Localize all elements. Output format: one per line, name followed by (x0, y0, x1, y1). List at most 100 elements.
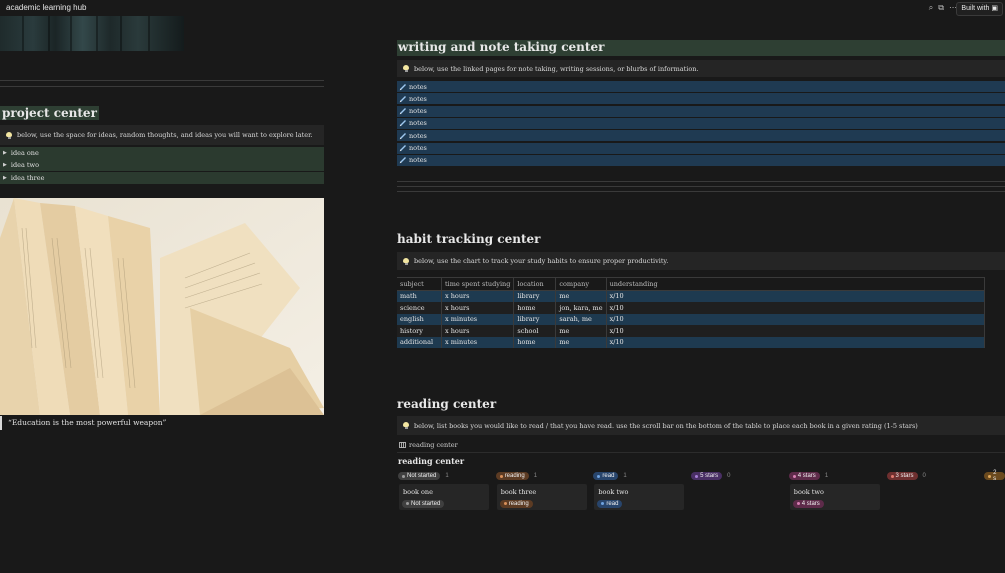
table-cell[interactable]: x hours (441, 290, 515, 302)
triangle-right-icon[interactable]: ▶ (3, 162, 7, 168)
table-cell[interactable]: x hours (441, 302, 515, 314)
table-cell[interactable]: me (555, 290, 607, 302)
book-card[interactable]: book two 4 stars (789, 484, 880, 510)
book-status-tag: read (597, 499, 623, 508)
triangle-right-icon[interactable]: ▶ (3, 175, 7, 181)
board-column-header[interactable]: 3 stars 0 (886, 472, 926, 480)
top-bar (0, 0, 1005, 16)
pencil-icon (399, 108, 406, 115)
table-cell[interactable]: x/10 (606, 302, 986, 314)
book-title: book two (793, 488, 824, 496)
table-cell[interactable]: x/10 (606, 290, 986, 302)
duplicate-icon[interactable]: ⧉ (938, 3, 944, 13)
divider (0, 80, 324, 81)
board-view-tab[interactable]: reading center (399, 441, 458, 449)
column-header[interactable]: understanding (606, 277, 986, 291)
book-card[interactable]: book two read (594, 484, 685, 510)
notes-link[interactable]: notes (397, 142, 1005, 154)
column-header[interactable]: subject (397, 277, 442, 291)
top-icons: ⌕ ⧉ ⋯ (929, 3, 957, 13)
status-pill: read (597, 499, 623, 508)
toggle-idea-one[interactable]: ▶ idea one (0, 147, 324, 159)
table-cell[interactable]: science (397, 302, 442, 314)
status-pill: Not started (402, 499, 445, 508)
board-column-header[interactable]: 4 stars 1 (788, 472, 828, 480)
status-dot (695, 474, 699, 478)
table-cell[interactable]: x minutes (441, 313, 515, 325)
board-column-header[interactable]: read 1 (593, 472, 627, 480)
status-label: 5 stars (700, 473, 719, 479)
table-row[interactable]: history x hours school me x/10 (397, 325, 986, 337)
table-cell[interactable]: additional (397, 336, 442, 348)
status-dot (792, 474, 796, 478)
table-cell[interactable]: history (397, 325, 442, 337)
habit-table: subject time spent studying location com… (397, 277, 986, 348)
book-title: book one (403, 488, 433, 496)
book-status-tag: reading (499, 499, 533, 508)
table-cell[interactable]: school (513, 325, 557, 337)
status-pill: 3 stars (886, 472, 918, 480)
status-pill: reading (499, 499, 533, 508)
table-row[interactable]: english x minutes library sarah, me x/10 (397, 313, 986, 325)
toggle-idea-two[interactable]: ▶ idea two (0, 159, 324, 171)
table-cell[interactable]: x/10 (606, 325, 986, 337)
divider (397, 191, 1005, 192)
table-cell[interactable]: math (397, 290, 442, 302)
pencil-icon (399, 157, 406, 164)
column-header[interactable]: company (555, 277, 607, 291)
notes-link[interactable]: notes (397, 93, 1005, 105)
notes-link[interactable]: notes (397, 117, 1005, 129)
notes-link[interactable]: notes (397, 81, 1005, 92)
table-row[interactable]: math x hours library me x/10 (397, 290, 986, 302)
column-count: 0 (727, 473, 731, 479)
table-row[interactable]: additional x minutes home me x/10 (397, 336, 986, 348)
board-column-header[interactable]: 5 stars 0 (691, 472, 730, 480)
notes-label: notes (409, 144, 427, 152)
table-cell[interactable]: home (513, 336, 557, 348)
table-cell[interactable]: x minutes (441, 336, 515, 348)
column-header[interactable]: time spent studying (441, 277, 515, 291)
book-card[interactable]: book three reading (496, 484, 587, 510)
status-pill: reading (495, 472, 529, 480)
book-title: book three (500, 488, 537, 496)
search-icon[interactable]: ⌕ (929, 3, 933, 13)
toggle-idea-three[interactable]: ▶ idea three (0, 171, 324, 184)
status-label: Not started (407, 473, 437, 479)
board-column-header[interactable]: reading 1 (495, 472, 537, 480)
table-cell[interactable]: home (513, 302, 557, 314)
open-book-photo (0, 198, 324, 415)
notes-label: notes (409, 94, 427, 103)
notes-link[interactable]: notes (397, 105, 1005, 117)
status-pill: 2 s (984, 470, 1005, 482)
book-card[interactable]: book one Not started (399, 484, 489, 510)
table-cell[interactable]: me (555, 336, 607, 348)
pencil-icon (399, 95, 406, 102)
status-pill: Not started (398, 472, 441, 480)
library-banner-image (0, 16, 184, 51)
table-cell[interactable]: library (513, 290, 557, 302)
built-with-button[interactable]: Built with ▣ (956, 2, 1003, 16)
table-cell[interactable]: jon, kara, me (555, 302, 607, 314)
triangle-right-icon[interactable]: ▶ (3, 150, 7, 156)
table-cell[interactable]: x/10 (606, 336, 986, 348)
divider (0, 86, 324, 87)
notes-link[interactable]: notes (397, 154, 1005, 166)
column-header[interactable]: location (513, 277, 557, 291)
reading-callout: below, list books you would like to read… (397, 416, 1005, 435)
table-cell[interactable]: x hours (441, 325, 515, 337)
table-cell[interactable]: x/10 (606, 313, 986, 325)
table-row[interactable]: science x hours home jon, kara, me x/10 (397, 302, 986, 314)
habit-callout: below, use the chart to track your study… (397, 252, 1005, 270)
table-cell[interactable]: library (513, 313, 557, 325)
board-column-header[interactable]: 2 s (984, 470, 1005, 482)
book-status-tag: Not started (402, 499, 445, 508)
table-cell[interactable]: english (397, 313, 442, 325)
column-count: 1 (623, 473, 627, 479)
status-label: 3 stars (895, 473, 914, 479)
board-column-header[interactable]: Not started 1 (398, 472, 449, 480)
pencil-icon (399, 83, 406, 90)
table-cell[interactable]: sarah, me (555, 313, 607, 325)
notes-link[interactable]: notes (397, 130, 1005, 142)
status-dot (499, 474, 503, 478)
table-cell[interactable]: me (555, 325, 607, 337)
